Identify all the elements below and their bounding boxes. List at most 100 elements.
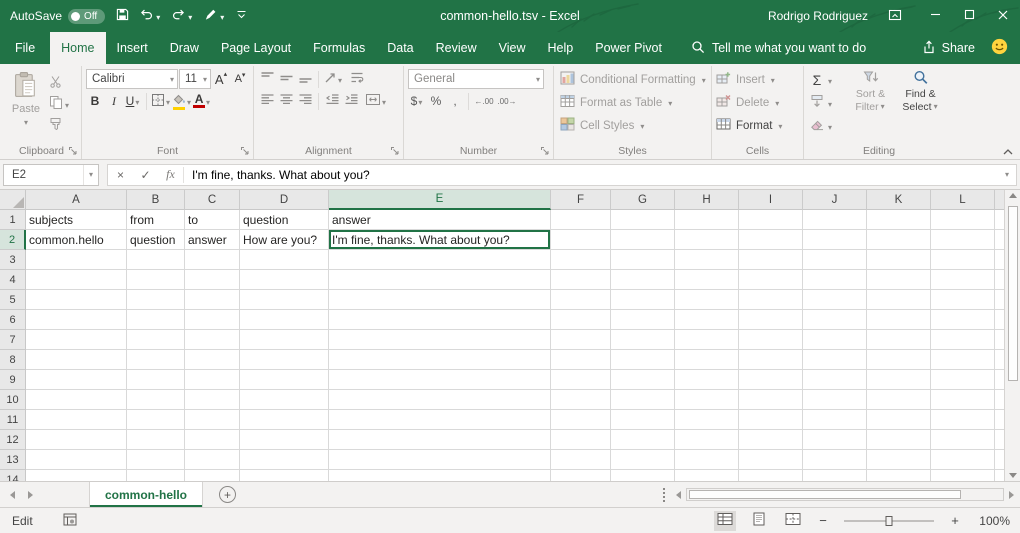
cell-C7[interactable]: [185, 330, 240, 350]
cell-H13[interactable]: [675, 450, 739, 470]
cell-E9[interactable]: [329, 370, 551, 390]
delete-cells-dropdown[interactable]: [774, 97, 780, 109]
zoom-out-button[interactable]: −: [816, 513, 830, 528]
cell-L14[interactable]: [931, 470, 995, 481]
cell-B4[interactable]: [127, 270, 185, 290]
cell-I6[interactable]: [739, 310, 803, 330]
select-all-corner[interactable]: [0, 190, 26, 210]
ribbon-display-options-button[interactable]: [888, 8, 902, 25]
save-button[interactable]: [116, 8, 129, 24]
cell-H5[interactable]: [675, 290, 739, 310]
accounting-dropdown[interactable]: [417, 94, 423, 108]
autosum-button[interactable]: Σ: [808, 70, 826, 89]
row-header-2[interactable]: 2: [0, 230, 26, 250]
accounting-format-button[interactable]: $: [408, 92, 426, 111]
macro-record-button[interactable]: [63, 513, 77, 529]
cell-J9[interactable]: [803, 370, 867, 390]
comma-style-button[interactable]: ,: [446, 92, 464, 111]
cell-G3[interactable]: [611, 250, 675, 270]
fill-color-button[interactable]: [172, 92, 192, 111]
cell-styles-button[interactable]: Cell Styles: [558, 114, 707, 137]
ribbon-tab-help[interactable]: Help: [537, 32, 585, 64]
sort-filter-button[interactable]: Sort & Filter: [847, 68, 894, 137]
align-left-button[interactable]: [258, 92, 276, 111]
zoom-level[interactable]: 100%: [974, 514, 1010, 528]
increase-font-button[interactable]: A: [212, 70, 230, 89]
cell-I3[interactable]: [739, 250, 803, 270]
cell-J14[interactable]: [803, 470, 867, 481]
cell-B12[interactable]: [127, 430, 185, 450]
cell-G4[interactable]: [611, 270, 675, 290]
cell-J2[interactable]: [803, 230, 867, 250]
cell-K11[interactable]: [867, 410, 931, 430]
cell-G7[interactable]: [611, 330, 675, 350]
cell-J11[interactable]: [803, 410, 867, 430]
cell-J3[interactable]: [803, 250, 867, 270]
column-header-I[interactable]: I: [739, 190, 803, 210]
cell-J4[interactable]: [803, 270, 867, 290]
cell-E6[interactable]: [329, 310, 551, 330]
cell-B7[interactable]: [127, 330, 185, 350]
cell-C11[interactable]: [185, 410, 240, 430]
cell-F8[interactable]: [551, 350, 611, 370]
cell-J13[interactable]: [803, 450, 867, 470]
underline-dropdown[interactable]: [134, 94, 140, 108]
cell-I10[interactable]: [739, 390, 803, 410]
align-top-button[interactable]: [258, 70, 276, 89]
cell-B5[interactable]: [127, 290, 185, 310]
align-right-button[interactable]: [296, 92, 314, 111]
format-as-table-dropdown[interactable]: [667, 97, 673, 109]
alignment-dialog-launcher[interactable]: [390, 146, 401, 157]
row-header-4[interactable]: 4: [0, 270, 26, 290]
cell-D9[interactable]: [240, 370, 329, 390]
cut-button[interactable]: [49, 74, 70, 91]
cell-styles-dropdown[interactable]: [639, 120, 645, 132]
cell-E8[interactable]: [329, 350, 551, 370]
name-box[interactable]: E2: [3, 164, 99, 186]
cell-E1[interactable]: answer: [329, 210, 551, 230]
scroll-up-arrow[interactable]: [1009, 193, 1017, 198]
row-header-6[interactable]: 6: [0, 310, 26, 330]
increase-decimal-button[interactable]: ←.00: [473, 92, 495, 111]
cell-L3[interactable]: [931, 250, 995, 270]
row-header-8[interactable]: 8: [0, 350, 26, 370]
clear-button[interactable]: [808, 116, 826, 135]
cell-L1[interactable]: [931, 210, 995, 230]
cell-H10[interactable]: [675, 390, 739, 410]
cell-H4[interactable]: [675, 270, 739, 290]
paste-button[interactable]: Paste: [6, 68, 46, 133]
cell-D8[interactable]: [240, 350, 329, 370]
cell-G6[interactable]: [611, 310, 675, 330]
cell-F10[interactable]: [551, 390, 611, 410]
cell-I11[interactable]: [739, 410, 803, 430]
pen-dropdown[interactable]: [219, 9, 225, 23]
find-select-button[interactable]: Find & Select: [897, 68, 944, 137]
cell-F14[interactable]: [551, 470, 611, 481]
cell-L6[interactable]: [931, 310, 995, 330]
cell-G12[interactable]: [611, 430, 675, 450]
font-color-dropdown[interactable]: [205, 94, 211, 108]
cell-I12[interactable]: [739, 430, 803, 450]
cell-D11[interactable]: [240, 410, 329, 430]
decrease-font-button[interactable]: A: [231, 70, 249, 89]
cell-K5[interactable]: [867, 290, 931, 310]
cell-A14[interactable]: [26, 470, 127, 481]
cell-H3[interactable]: [675, 250, 739, 270]
percent-style-button[interactable]: %: [427, 92, 445, 111]
merge-center-dropdown[interactable]: [381, 94, 387, 108]
cell-E7[interactable]: [329, 330, 551, 350]
pen-mode-button[interactable]: [204, 8, 225, 24]
row-header-3[interactable]: 3: [0, 250, 26, 270]
cell-K8[interactable]: [867, 350, 931, 370]
cell-D4[interactable]: [240, 270, 329, 290]
align-center-button[interactable]: [277, 92, 295, 111]
cell-B3[interactable]: [127, 250, 185, 270]
cell-I9[interactable]: [739, 370, 803, 390]
cell-G14[interactable]: [611, 470, 675, 481]
next-sheet-arrow[interactable]: [28, 491, 33, 499]
feedback-button[interactable]: [991, 38, 1008, 58]
bold-button[interactable]: B: [86, 92, 104, 111]
cell-F12[interactable]: [551, 430, 611, 450]
cell-A8[interactable]: [26, 350, 127, 370]
insert-cells-button[interactable]: Insert: [716, 68, 799, 91]
